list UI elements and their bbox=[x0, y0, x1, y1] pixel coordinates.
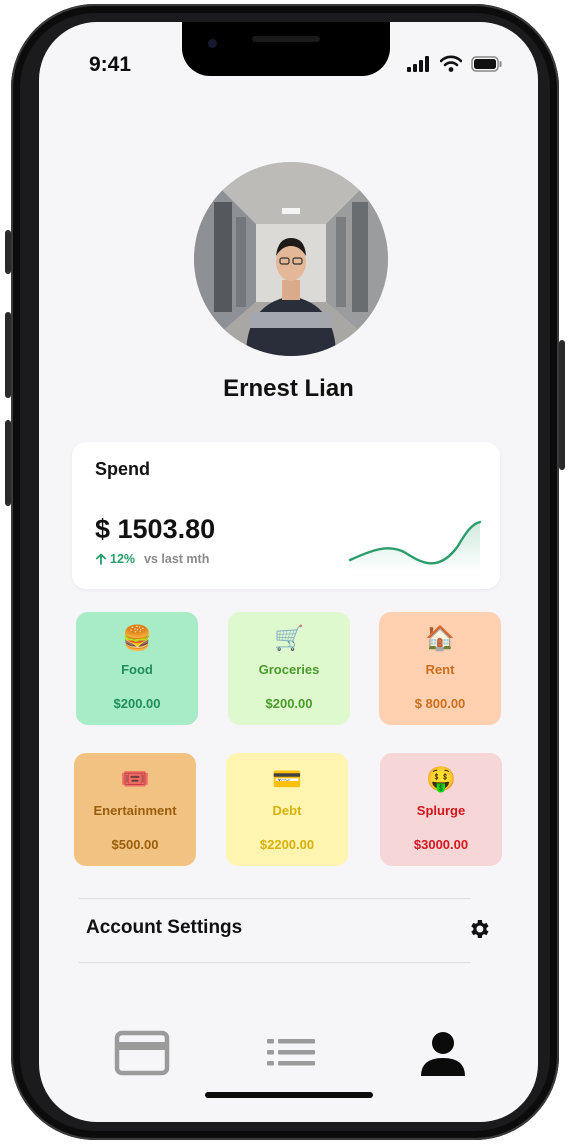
credit-card-emoji-icon: 💳 bbox=[272, 766, 302, 793]
profile-avatar[interactable] bbox=[194, 162, 388, 356]
power-button bbox=[559, 340, 565, 470]
category-label: Rent bbox=[425, 662, 455, 677]
wifi-icon bbox=[440, 55, 462, 72]
spend-title: Spend bbox=[95, 459, 151, 479]
list-icon[interactable] bbox=[265, 1030, 317, 1076]
category-label: Enertainment bbox=[93, 803, 177, 818]
home-indicator[interactable] bbox=[205, 1092, 373, 1098]
category-label: Food bbox=[121, 662, 153, 677]
money-face-icon: 🤑 bbox=[426, 766, 456, 793]
spend-trend-sparkline bbox=[348, 520, 482, 572]
gear-icon[interactable] bbox=[467, 917, 491, 941]
front-camera bbox=[208, 39, 217, 48]
category-amount: $200.00 bbox=[265, 696, 313, 711]
category-amount: $500.00 bbox=[111, 837, 159, 852]
credit-card-icon[interactable] bbox=[114, 1030, 170, 1076]
arrow-up-icon bbox=[95, 553, 107, 565]
spend-change: 12% vs last mth bbox=[95, 552, 209, 566]
category-amount: $200.00 bbox=[113, 696, 161, 711]
account-settings-label: Account Settings bbox=[86, 917, 243, 938]
spend-amount: $ 1503.80 bbox=[95, 514, 216, 544]
ticket-icon: 🎟️ bbox=[120, 766, 150, 793]
category-groceries[interactable]: 🛒 Groceries $200.00 bbox=[228, 612, 350, 725]
category-food[interactable]: 🍔 Food $200.00 bbox=[76, 612, 198, 725]
volume-down-button bbox=[5, 420, 11, 506]
battery-icon bbox=[471, 56, 502, 72]
user-name: Ernest Lian bbox=[223, 375, 354, 402]
profile-photo bbox=[194, 162, 388, 356]
category-label: Splurge bbox=[416, 803, 466, 818]
category-amount: $ 800.00 bbox=[414, 696, 466, 711]
category-amount: $3000.00 bbox=[413, 837, 469, 852]
category-rent[interactable]: 🏠 Rent $ 800.00 bbox=[379, 612, 501, 725]
house-icon: 🏠 bbox=[425, 625, 455, 652]
person-icon[interactable] bbox=[419, 1030, 467, 1078]
account-settings-row[interactable]: Account Settings bbox=[79, 899, 491, 959]
food-icon: 🍔 bbox=[122, 625, 152, 652]
category-entertainment[interactable]: 🎟️ Enertainment $500.00 bbox=[74, 753, 196, 866]
category-label: Debt bbox=[272, 803, 302, 818]
spend-change-value: 12% bbox=[110, 552, 136, 566]
speaker-grille bbox=[252, 36, 320, 42]
category-debt[interactable]: 💳 Debt $2200.00 bbox=[226, 753, 348, 866]
status-time: 9:41 bbox=[89, 53, 132, 76]
mute-switch bbox=[5, 230, 11, 274]
status-icons bbox=[407, 55, 503, 72]
cellular-signal-icon bbox=[407, 56, 429, 72]
category-label: Groceries bbox=[258, 662, 320, 677]
notch bbox=[182, 22, 390, 76]
spend-comparison: vs last mth bbox=[144, 552, 210, 566]
app-screen: 9:41 Ernest Lian Spend $ 1503.80 12% vs … bbox=[39, 22, 538, 1122]
spend-card[interactable]: Spend $ 1503.80 12% vs last mth bbox=[72, 442, 500, 589]
divider bbox=[79, 962, 471, 963]
volume-up-button bbox=[5, 312, 11, 398]
category-splurge[interactable]: 🤑 Splurge $3000.00 bbox=[380, 753, 502, 866]
shopping-cart-icon: 🛒 bbox=[274, 625, 304, 652]
category-amount: $2200.00 bbox=[259, 837, 315, 852]
